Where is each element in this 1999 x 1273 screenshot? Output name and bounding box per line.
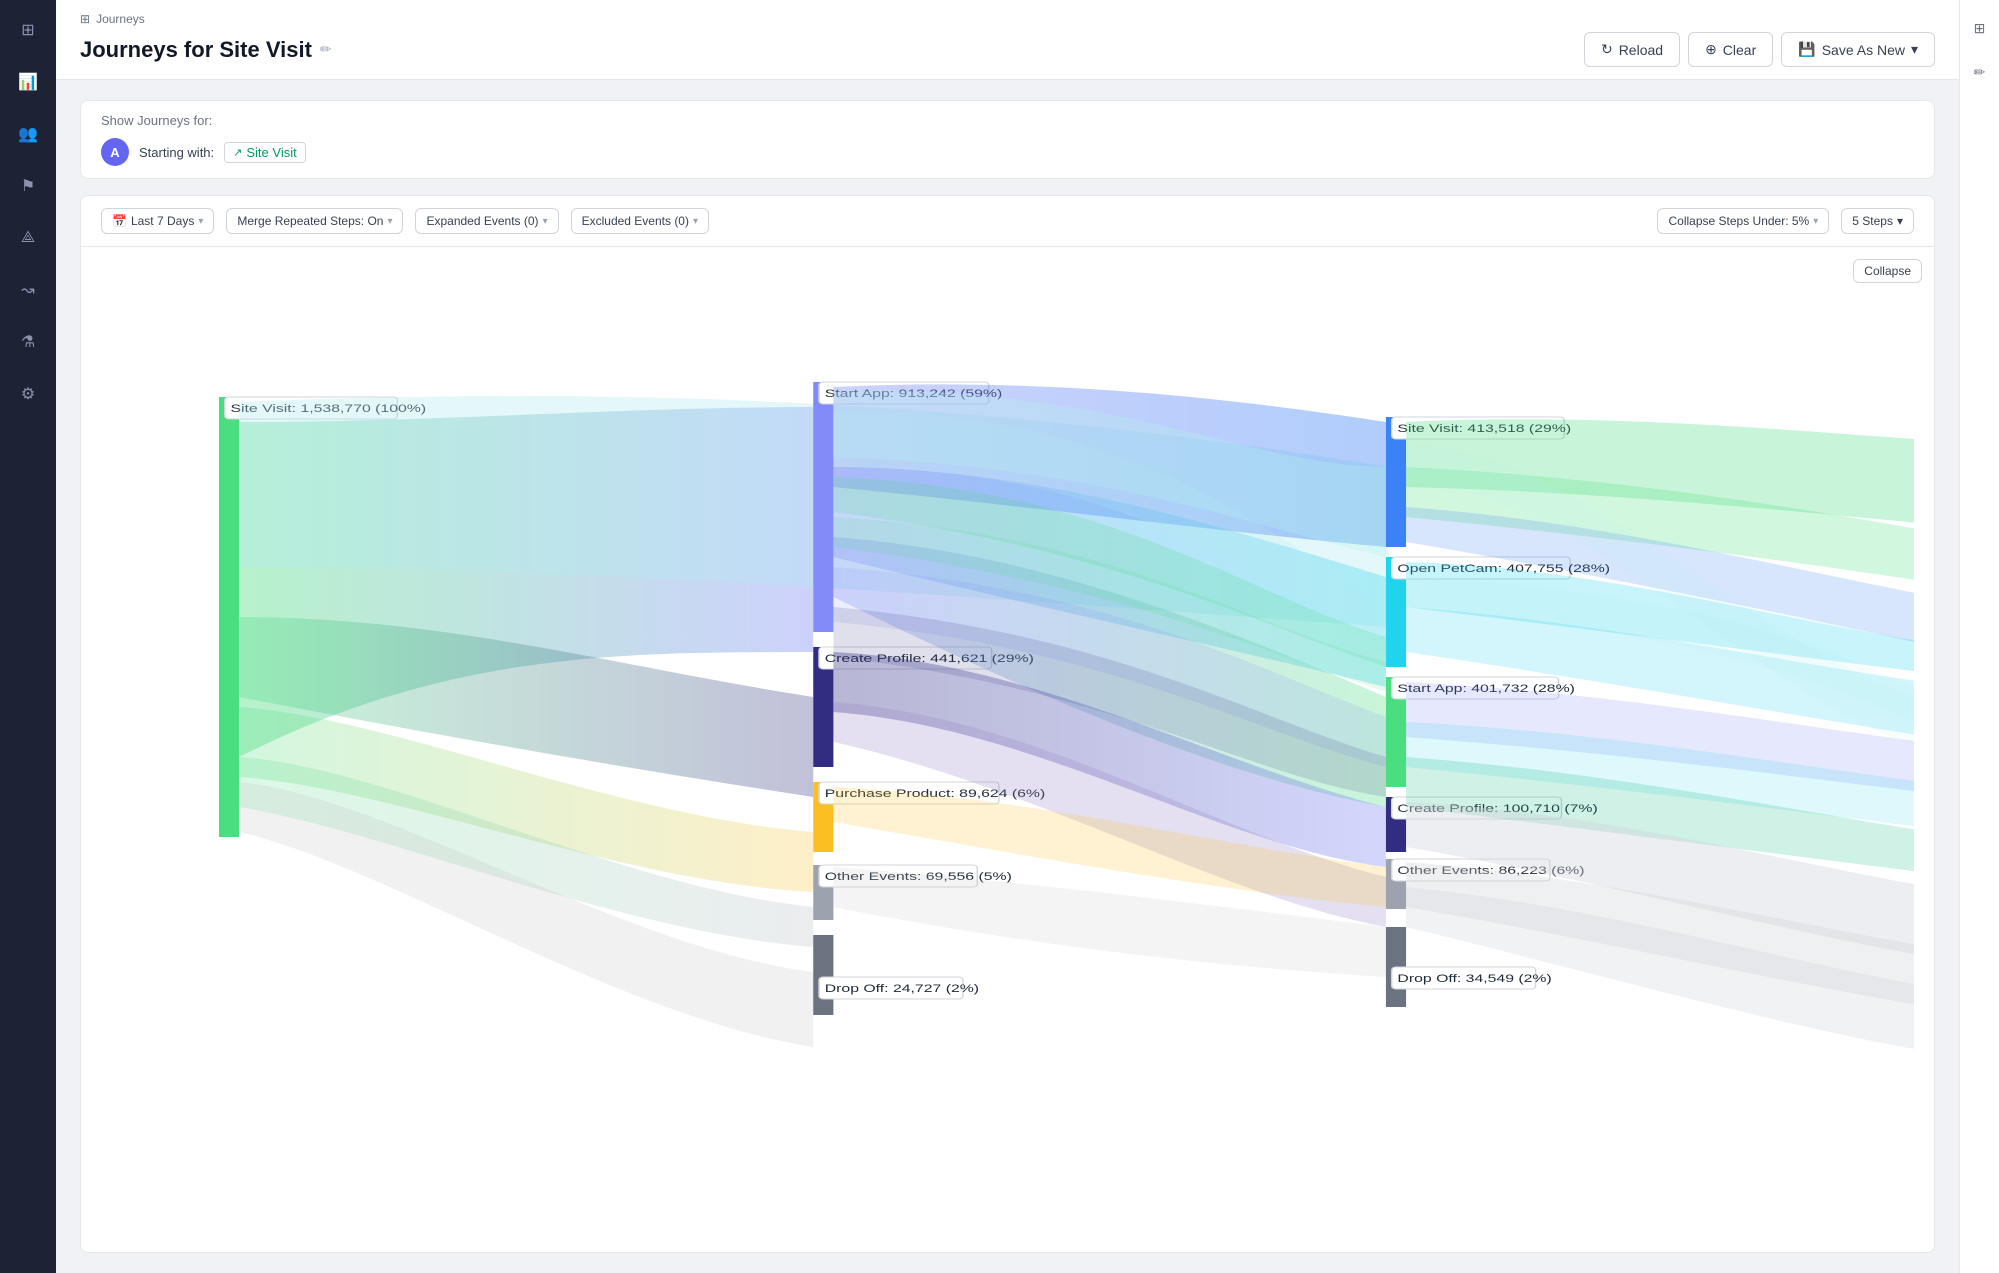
show-journeys-label: Show Journeys for: [101, 113, 212, 128]
viz-filters: 📅 Last 7 Days ▾ Merge Repeated Steps: On… [101, 208, 709, 234]
clear-button[interactable]: ⊕ Clear [1688, 32, 1773, 67]
collapse-button[interactable]: Collapse [1853, 259, 1922, 283]
avatar: A [101, 138, 129, 166]
event-tag[interactable]: ↗ Site Visit [224, 142, 306, 163]
steps-dropdown[interactable]: 5 Steps ▾ [1841, 208, 1914, 234]
excluded-chevron: ▾ [693, 216, 698, 227]
edit-icon[interactable]: ✏ [1966, 58, 1994, 86]
save-as-new-label: Save As New [1822, 42, 1905, 58]
merge-label: Merge Repeated Steps: On [237, 214, 383, 228]
steps-chevron: ▾ [1897, 214, 1903, 228]
breadcrumb: ⊞ Journeys [80, 12, 1935, 26]
viz-toolbar: 📅 Last 7 Days ▾ Merge Repeated Steps: On… [81, 196, 1934, 247]
collapse-steps-filter[interactable]: Collapse Steps Under: 5% ▾ [1657, 208, 1829, 234]
breadcrumb-text: Journeys [96, 12, 145, 26]
save-icon: 💾 [1798, 41, 1815, 58]
left-sidebar: ⊞ 📊 👥 ⚑ ⟁ ↝ ⚗ ⚙ [0, 0, 56, 1273]
filter-row: Show Journeys for: [101, 113, 1914, 128]
breadcrumb-icon: ⊞ [80, 12, 90, 26]
reload-button[interactable]: ↻ Reload [1584, 32, 1680, 67]
filter-journey-row: A Starting with: ↗ Site Visit [101, 138, 1914, 166]
grid-icon[interactable]: ⊞ [1966, 14, 1994, 42]
header-actions: ↻ Reload ⊕ Clear 💾 Save As New ▾ [1584, 32, 1935, 67]
sidebar-icon-grid[interactable]: ⊞ [12, 14, 44, 46]
date-range-chevron: ▾ [198, 216, 203, 227]
viz-right-controls: Collapse Steps Under: 5% ▾ 5 Steps ▾ [1657, 208, 1914, 234]
date-range-filter[interactable]: 📅 Last 7 Days ▾ [101, 208, 214, 234]
page-title: Journeys for Site Visit [80, 37, 312, 63]
starting-with-label: Starting with: [139, 145, 214, 160]
page-title-area: Journeys for Site Visit ✏ [80, 37, 332, 63]
viz-card: 📅 Last 7 Days ▾ Merge Repeated Steps: On… [80, 195, 1935, 1253]
sidebar-icon-experiment[interactable]: ⚗ [12, 326, 44, 358]
steps-label: 5 Steps [1852, 214, 1893, 228]
sidebar-icon-funnel[interactable]: ⟁ [12, 222, 44, 254]
page-header: Journeys for Site Visit ✏ ↻ Reload ⊕ Cle… [80, 32, 1935, 79]
expanded-label: Expanded Events (0) [426, 214, 538, 228]
calendar-icon: 📅 [112, 214, 127, 228]
node-site-visit-1[interactable] [219, 397, 239, 837]
expanded-events-filter[interactable]: Expanded Events (0) ▾ [415, 208, 558, 234]
event-tag-icon: ↗ [233, 146, 242, 159]
chevron-down-icon: ▾ [1911, 41, 1918, 58]
excluded-events-filter[interactable]: Excluded Events (0) ▾ [571, 208, 709, 234]
excluded-label: Excluded Events (0) [582, 214, 689, 228]
label-do1: Drop Off: 24,727 (2%) [825, 982, 979, 994]
clear-label: Clear [1723, 42, 1756, 58]
node-drop-off-1[interactable] [813, 935, 833, 1015]
label-do2: Drop Off: 34,549 (2%) [1397, 972, 1551, 984]
merge-chevron: ▾ [387, 216, 392, 227]
sidebar-icon-chart[interactable]: 📊 [12, 66, 44, 98]
merge-steps-filter[interactable]: Merge Repeated Steps: On ▾ [226, 208, 403, 234]
date-range-label: Last 7 Days [131, 214, 194, 228]
right-sidebar: ⊞ ✏ [1959, 0, 1999, 1273]
filter-card: Show Journeys for: A Starting with: ↗ Si… [80, 100, 1935, 179]
edit-title-icon[interactable]: ✏ [320, 41, 332, 58]
top-bar: ⊞ Journeys Journeys for Site Visit ✏ ↻ R… [56, 0, 1959, 80]
expanded-chevron: ▾ [543, 216, 548, 227]
sidebar-icon-settings[interactable]: ⚙ [12, 378, 44, 410]
sankey-svg: Site Visit: 1,538,770 (100%) [101, 267, 1914, 1227]
collapse-steps-chevron: ▾ [1813, 216, 1818, 227]
content-area: Show Journeys for: A Starting with: ↗ Si… [56, 80, 1959, 1273]
sankey-diagram: Collapse [81, 247, 1934, 1252]
sidebar-icon-journey[interactable]: ↝ [12, 274, 44, 306]
reload-label: Reload [1619, 42, 1663, 58]
clear-icon: ⊕ [1705, 41, 1717, 58]
main-content: ⊞ Journeys Journeys for Site Visit ✏ ↻ R… [56, 0, 1959, 1273]
event-tag-label: Site Visit [246, 145, 296, 160]
sidebar-icon-users[interactable]: 👥 [12, 118, 44, 150]
reload-icon: ↻ [1601, 41, 1613, 58]
sidebar-icon-flag[interactable]: ⚑ [12, 170, 44, 202]
collapse-steps-label: Collapse Steps Under: 5% [1668, 214, 1809, 228]
node-start-app-1[interactable] [813, 382, 833, 632]
save-as-new-button[interactable]: 💾 Save As New ▾ [1781, 32, 1935, 67]
